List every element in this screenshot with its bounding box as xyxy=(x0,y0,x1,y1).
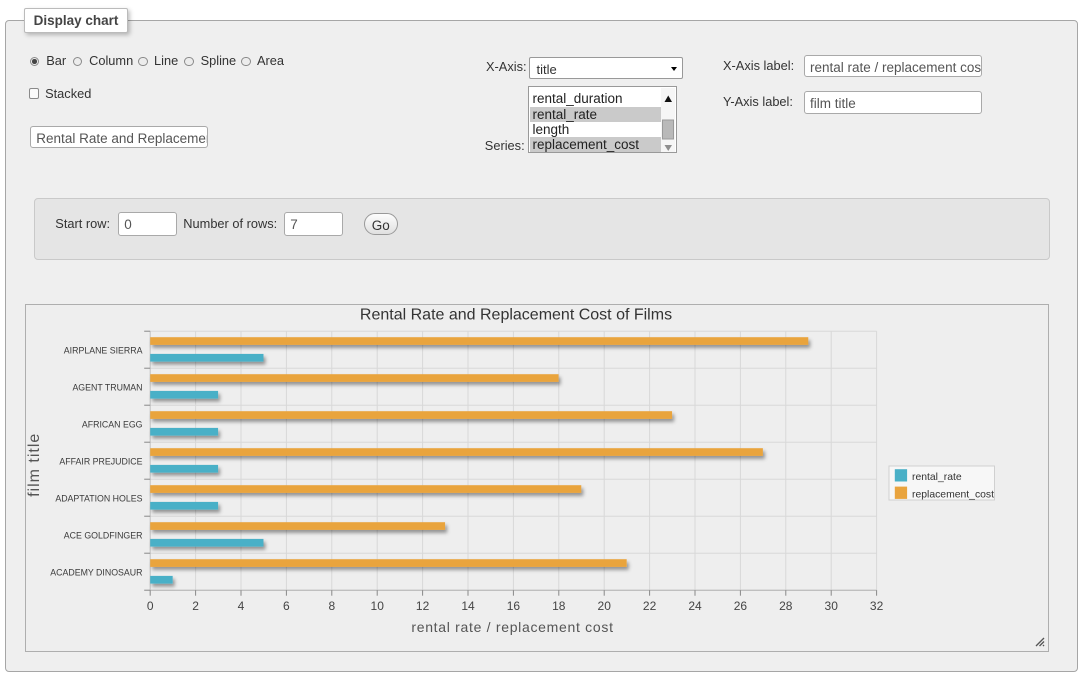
svg-text:10: 10 xyxy=(371,599,385,613)
svg-text:8: 8 xyxy=(328,599,335,613)
svg-text:16: 16 xyxy=(507,599,521,613)
svg-text:ACE GOLDFINGER: ACE GOLDFINGER xyxy=(64,531,143,541)
svg-text:4: 4 xyxy=(238,599,245,613)
svg-text:Rental Rate and Replacement Co: Rental Rate and Replacement Cost of Film… xyxy=(360,306,672,323)
svg-text:film title: film title xyxy=(26,433,43,497)
svg-text:20: 20 xyxy=(598,599,612,613)
svg-text:22: 22 xyxy=(643,599,657,613)
svg-text:28: 28 xyxy=(779,599,793,613)
svg-text:AIRPLANE SIERRA: AIRPLANE SIERRA xyxy=(64,346,143,356)
svg-text:ACADEMY DINOSAUR: ACADEMY DINOSAUR xyxy=(50,568,142,578)
svg-text:replacement_cost: replacement_cost xyxy=(912,489,994,500)
svg-text:24: 24 xyxy=(688,599,702,613)
svg-text:0: 0 xyxy=(147,599,154,613)
svg-text:AGENT TRUMAN: AGENT TRUMAN xyxy=(72,383,142,393)
svg-text:AFRICAN EGG: AFRICAN EGG xyxy=(82,420,143,430)
svg-text:32: 32 xyxy=(870,599,884,613)
svg-text:30: 30 xyxy=(825,599,839,613)
svg-text:ADAPTATION HOLES: ADAPTATION HOLES xyxy=(55,494,142,504)
svg-text:18: 18 xyxy=(552,599,566,613)
svg-text:12: 12 xyxy=(416,599,430,613)
svg-text:14: 14 xyxy=(461,599,475,613)
svg-text:26: 26 xyxy=(734,599,748,613)
svg-text:2: 2 xyxy=(192,599,199,613)
svg-text:rental rate / replacement cost: rental rate / replacement cost xyxy=(411,619,613,635)
svg-text:rental_rate: rental_rate xyxy=(912,472,962,483)
svg-text:6: 6 xyxy=(283,599,290,613)
svg-text:AFFAIR PREJUDICE: AFFAIR PREJUDICE xyxy=(59,457,142,467)
